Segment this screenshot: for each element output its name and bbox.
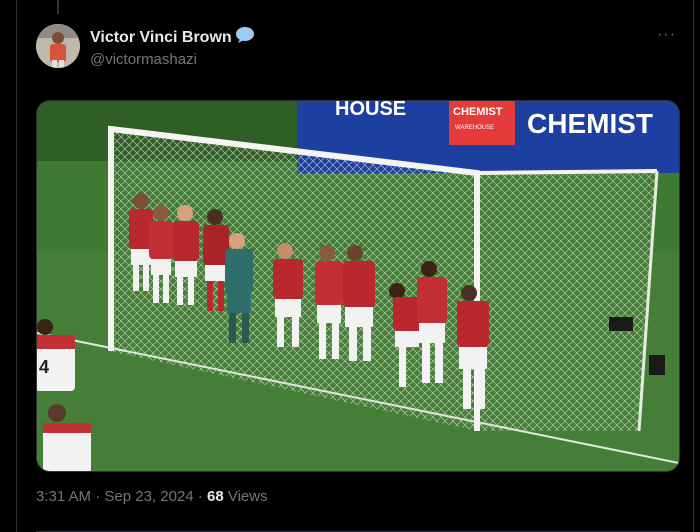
board-text-left: HOUSE (335, 101, 406, 120)
tweet-media-image[interactable]: HOUSE CHEMIST WAREHOUSE CHEMIST 4 (36, 100, 680, 472)
avatar[interactable] (36, 24, 80, 68)
tweet-header: Victor Vinci Brown @victormashazi ··· (36, 24, 680, 72)
meta-separator: · (193, 488, 207, 505)
ellipsis-icon[interactable]: ··· (657, 26, 676, 44)
tweet-date[interactable]: Sep 23, 2024 (104, 488, 193, 505)
meta-separator: · (91, 488, 105, 505)
tweet-meta: 3:31 AM · Sep 23, 2024 · 68 Views (36, 488, 268, 505)
views-label: Views (223, 488, 268, 505)
board-text-red: CHEMIST (453, 106, 503, 118)
board-text-red-sub: WAREHOUSE (455, 125, 494, 131)
user-handle[interactable]: @victormashazi (90, 51, 197, 68)
thread-connector-line (57, 0, 59, 14)
timeline-left-border (16, 0, 17, 532)
speech-bubble-icon (235, 26, 255, 49)
tweet-time[interactable]: 3:31 AM (36, 488, 91, 505)
board-text-right: CHEMIST (527, 108, 653, 139)
views-count[interactable]: 68 (207, 488, 224, 505)
timeline-right-border (693, 0, 694, 532)
svg-text:4: 4 (39, 357, 49, 377)
display-name[interactable]: Victor Vinci Brown (90, 29, 232, 47)
